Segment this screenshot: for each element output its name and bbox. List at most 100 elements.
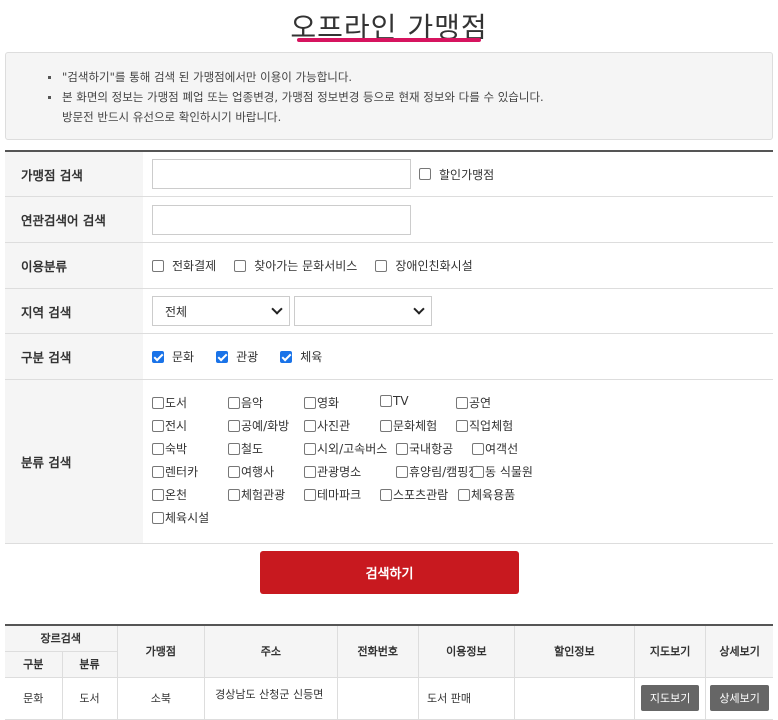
checkbox-box[interactable] <box>228 396 240 409</box>
category-option-label: 여객선 <box>485 442 519 456</box>
division-option-label: 문화 <box>172 350 195 364</box>
checkbox-box[interactable] <box>396 465 408 478</box>
checkbox-box[interactable] <box>152 511 164 524</box>
checkbox-box[interactable] <box>228 465 240 478</box>
checkbox-box[interactable] <box>304 396 316 409</box>
category-option[interactable]: 공연 <box>456 394 491 411</box>
category-option-label: 공예/화방 <box>241 419 290 433</box>
region-label: 지역 검색 <box>5 289 143 333</box>
category-option[interactable]: 시외/고속버스 <box>304 440 387 457</box>
category-option[interactable]: 도서 <box>152 394 187 411</box>
category-option-label: 휴양림/캠핑장 <box>409 465 480 479</box>
category-option[interactable]: 공예/화방 <box>228 417 289 434</box>
usage-option-accessible[interactable]: 장애인친화시설 <box>375 257 473 274</box>
cell-division: 문화 <box>5 676 63 720</box>
checkbox-box[interactable] <box>396 442 408 455</box>
checkbox-box[interactable] <box>458 488 470 501</box>
category-option[interactable]: 철도 <box>228 440 263 457</box>
category-option[interactable]: 사진관 <box>304 417 350 434</box>
division-option-sports[interactable]: 체육 <box>280 348 322 365</box>
usage-option-label: 찾아가는 문화서비스 <box>254 259 358 273</box>
checkbox-box[interactable] <box>472 442 484 455</box>
checkbox-box[interactable] <box>216 350 229 363</box>
notice-line-1: "검색하기"를 통해 검색 된 가맹점에서만 이용이 가능합니다. <box>48 67 772 87</box>
region-select-province[interactable]: 전체 <box>152 296 290 326</box>
store-search-input[interactable] <box>152 159 411 189</box>
category-option[interactable]: 숙박 <box>152 440 187 457</box>
checkbox-box[interactable] <box>380 488 392 501</box>
usage-label: 이용분류 <box>5 243 143 288</box>
usage-option-phone-payment[interactable]: 전화결제 <box>152 257 216 274</box>
results-table: 장르검색 가맹점 주소 전화번호 이용정보 할인정보 지도보기 상세보기 구분 … <box>5 624 773 720</box>
checkbox-box[interactable] <box>419 168 431 180</box>
checkbox-box[interactable] <box>456 419 468 432</box>
category-option[interactable]: TV <box>380 394 409 408</box>
division-option-tourism[interactable]: 관광 <box>216 348 258 365</box>
region-select-city[interactable] <box>294 296 432 326</box>
category-option[interactable]: 문화체험 <box>380 417 437 434</box>
checkbox-box[interactable] <box>380 419 392 432</box>
row-region: 지역 검색 전체 <box>5 289 773 334</box>
checkbox-box[interactable] <box>228 442 240 455</box>
category-option-label: 여행사 <box>241 465 275 479</box>
checkbox-box[interactable] <box>280 350 293 363</box>
checkbox-box[interactable] <box>152 396 164 409</box>
category-option[interactable]: 직업체험 <box>456 417 513 434</box>
checkbox-box[interactable] <box>304 488 316 501</box>
cell-address: 경상남도 산청군 신등면 <box>204 676 338 720</box>
checkbox-box[interactable] <box>472 465 484 478</box>
checkbox-box[interactable] <box>152 465 164 478</box>
category-option[interactable]: 전시 <box>152 417 187 434</box>
checkbox-box[interactable] <box>152 259 164 272</box>
category-option[interactable]: 여객선 <box>472 440 518 457</box>
division-option-label: 관광 <box>236 350 259 364</box>
category-option[interactable]: 스포츠관람 <box>380 486 448 503</box>
checkbox-box[interactable] <box>304 419 316 432</box>
category-option-label: 관광명소 <box>317 465 362 479</box>
category-option[interactable]: 영화 <box>304 394 339 411</box>
related-search-label: 연관검색어 검색 <box>5 197 143 242</box>
category-option[interactable]: 음악 <box>228 394 263 411</box>
checkbox-box[interactable] <box>375 259 388 272</box>
category-option-label: 체육시설 <box>165 511 210 525</box>
checkbox-box[interactable] <box>152 488 164 501</box>
checkbox-box[interactable] <box>234 259 247 272</box>
row-store-search: 가맹점 검색 할인가맹점 <box>5 152 773 197</box>
category-label: 분류 검색 <box>5 380 143 543</box>
search-button[interactable]: 검색하기 <box>260 551 519 594</box>
category-option[interactable]: 체육시설 <box>152 509 209 526</box>
cell-category: 도서 <box>61 676 118 720</box>
cell-map: 지도보기 <box>633 676 707 720</box>
category-option[interactable]: 체육용품 <box>458 486 515 503</box>
category-option[interactable]: 국내항공 <box>396 440 453 457</box>
related-search-input[interactable] <box>152 204 411 235</box>
checkbox-box[interactable] <box>152 442 164 455</box>
checkbox-box[interactable] <box>152 350 164 363</box>
checkbox-box[interactable] <box>304 465 316 478</box>
category-option[interactable]: 테마파크 <box>304 486 361 503</box>
map-view-button[interactable]: 지도보기 <box>640 685 700 711</box>
category-option[interactable]: 렌터카 <box>152 463 198 480</box>
category-option[interactable]: 온천 <box>152 486 187 503</box>
notice-line-3: 방문전 반드시 유선으로 확인하시기 바랍니다. <box>62 110 282 124</box>
division-option-culture[interactable]: 문화 <box>152 348 194 365</box>
row-usage: 이용분류 전화결제 찾아가는 문화서비스 장애인친화시설 <box>5 243 773 289</box>
row-category: 분류 검색 도서 음악 영화 TV 공연전시 공예/화방 사진관 문화체험 직업체험숙박 철도 시외… <box>5 380 773 544</box>
checkbox-box[interactable] <box>380 395 392 407</box>
checkbox-box[interactable] <box>152 419 164 432</box>
checkbox-box[interactable] <box>228 419 240 432</box>
detail-view-button[interactable]: 상세보기 <box>710 685 769 711</box>
category-option[interactable]: 관광명소 <box>304 463 361 480</box>
discount-store-checkbox[interactable]: 할인가맹점 <box>419 166 494 183</box>
search-form: 가맹점 검색 할인가맹점 연관검색어 검색 이용분류 전화결제 찾아가는 문화서… <box>5 150 773 544</box>
checkbox-box[interactable] <box>456 396 468 409</box>
usage-option-visiting-service[interactable]: 찾아가는 문화서비스 <box>234 257 357 274</box>
checkbox-box[interactable] <box>228 488 240 501</box>
category-option[interactable]: 동 식물원 <box>472 463 533 480</box>
checkbox-box[interactable] <box>304 442 316 455</box>
category-option[interactable]: 체험관광 <box>228 486 285 503</box>
category-option[interactable]: 휴양림/캠핑장 <box>396 463 479 480</box>
notice-box: "검색하기"를 통해 검색 된 가맹점에서만 이용이 가능합니다. 본 화면의 … <box>5 52 773 140</box>
category-option[interactable]: 여행사 <box>228 463 274 480</box>
discount-info-header: 할인정보 <box>513 624 635 678</box>
